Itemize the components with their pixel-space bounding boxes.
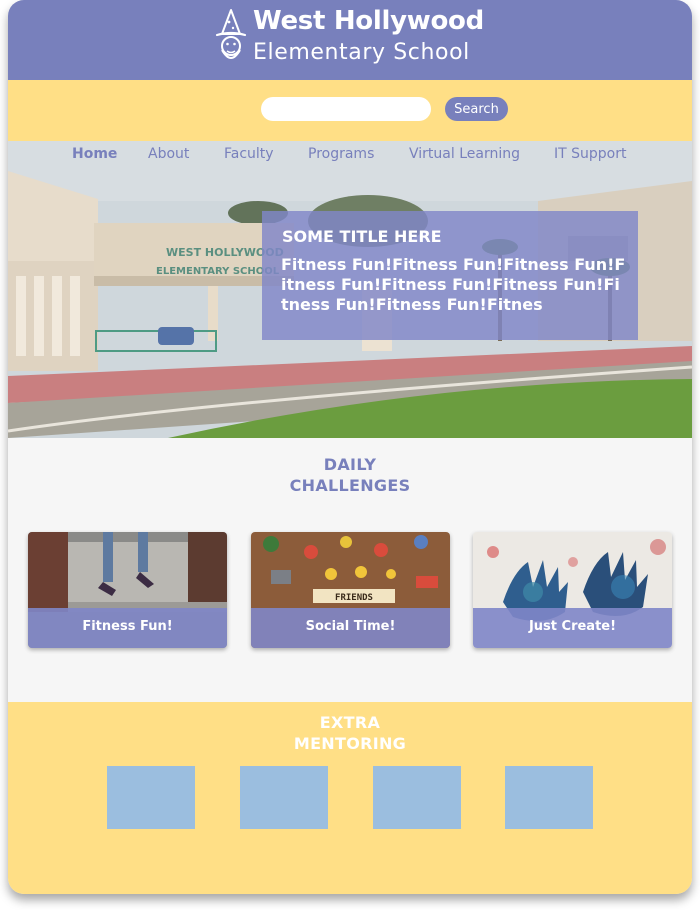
daily-title-line2: CHALLENGES: [289, 476, 411, 495]
card-fitness-fun[interactable]: Fitness Fun!: [28, 532, 227, 648]
search-button[interactable]: Search: [445, 97, 508, 121]
mentor-tile-4[interactable]: [505, 766, 593, 829]
hero-title: SOME TITLE HERE: [282, 227, 442, 246]
nav-it-support[interactable]: IT Support: [554, 146, 626, 162]
mentor-title-line2: MENTORING: [293, 734, 407, 753]
card-just-create[interactable]: Just Create!: [473, 532, 672, 648]
mentor-tile-1[interactable]: [107, 766, 195, 829]
wizard-mascot-icon[interactable]: [214, 8, 248, 66]
nav-about[interactable]: About: [148, 146, 189, 162]
card-label-bar: Social Time!: [251, 608, 450, 648]
daily-challenges-heading: DAILY CHALLENGES: [8, 454, 692, 496]
daily-title-line1: DAILY: [323, 455, 377, 474]
card-label-bar: Fitness Fun!: [28, 608, 227, 648]
site-header: West Hollywood Elementary School: [8, 0, 692, 80]
extra-mentoring-heading: EXTRA MENTORING: [8, 712, 692, 754]
mentor-tile-3[interactable]: [373, 766, 461, 829]
card-label-fitness: Fitness Fun!: [82, 619, 173, 634]
card-social-time[interactable]: FRIENDS Social Time!: [251, 532, 450, 648]
nav-faculty[interactable]: Faculty: [224, 146, 274, 162]
card-label-create: Just Create!: [528, 619, 617, 634]
scrabble-word: FRIENDS: [335, 593, 373, 603]
school-name-line1: West Hollywood: [253, 6, 484, 36]
school-name-line2: Elementary School: [253, 40, 470, 65]
card-label-social: Social Time!: [305, 619, 396, 634]
nav-virtual-learning[interactable]: Virtual Learning: [409, 146, 520, 162]
main-nav: Home About Faculty Programs Virtual Lear…: [8, 141, 692, 169]
page-frame: West Hollywood Elementary School Search: [8, 0, 692, 894]
hero-body-text: Fitness Fun!Fitness Fun!Fitness Fun!Fitn…: [281, 255, 626, 314]
mentor-tile-2[interactable]: [240, 766, 328, 829]
hero-title-box: SOME TITLE HERE Fitness Fun!Fitness Fun!…: [262, 211, 638, 340]
nav-home[interactable]: Home: [72, 146, 117, 162]
hero-banner: WEST HOLLYWOOD ELEMENTARY SCHOOL Home Ab…: [8, 141, 692, 438]
card-label-bar: Just Create!: [473, 608, 672, 648]
search-bar: Search: [8, 80, 692, 141]
nav-programs[interactable]: Programs: [308, 146, 374, 162]
mentor-title-line1: EXTRA: [319, 713, 381, 732]
search-input[interactable]: [261, 97, 431, 121]
